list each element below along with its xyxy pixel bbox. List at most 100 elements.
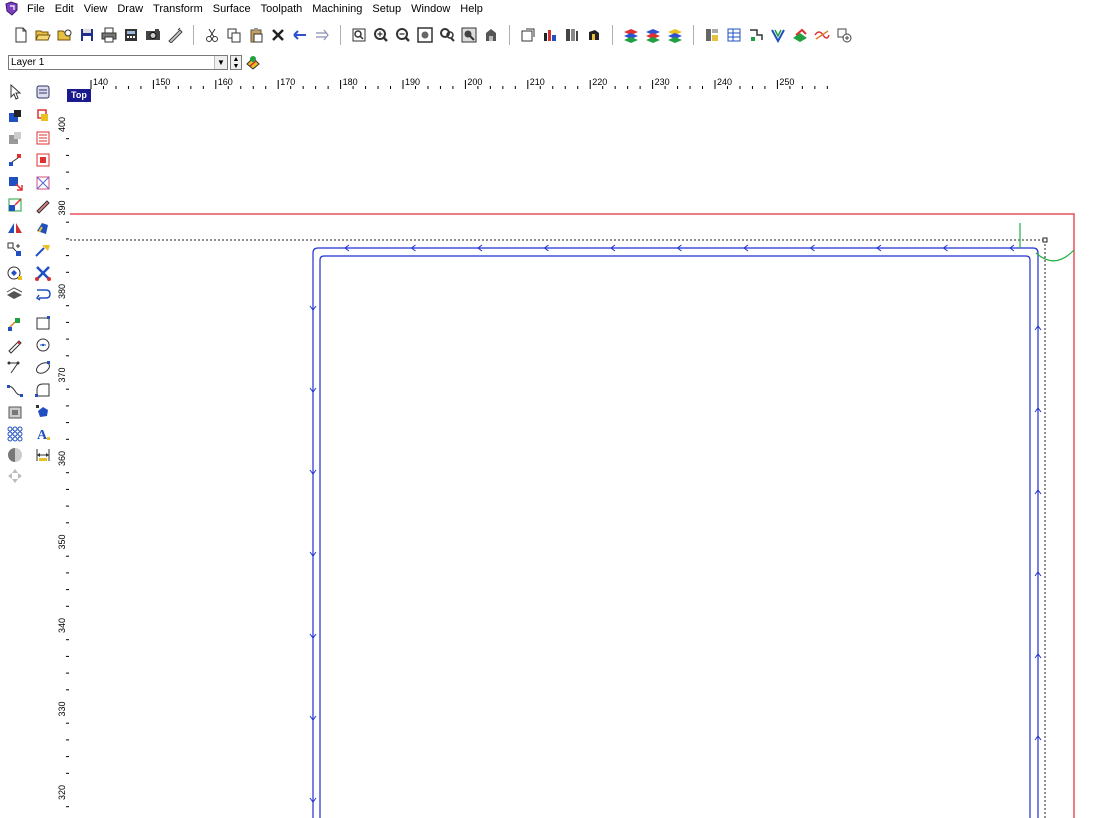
zoom-out-icon[interactable]	[394, 26, 412, 44]
post-process-icon[interactable]	[835, 26, 853, 44]
ruler-y-label: 370	[57, 367, 67, 382]
horizontal-ruler: 140 150 160 170 180 190 200 210 220 230 240 250	[68, 74, 1107, 90]
view-3d-icon[interactable]	[482, 26, 500, 44]
menu-view[interactable]: View	[79, 0, 113, 18]
simulation-icon[interactable]	[769, 26, 787, 44]
layer-bar: Layer 1 ▼ ▲ ▼	[0, 52, 300, 72]
rectangle-fill-icon[interactable]	[6, 403, 24, 421]
cut-icon[interactable]	[203, 26, 221, 44]
save-icon[interactable]	[78, 26, 96, 44]
mirror-icon[interactable]	[6, 219, 24, 237]
undo-icon[interactable]	[291, 26, 309, 44]
menu-machining[interactable]: Machining	[307, 0, 367, 18]
select-group-icon[interactable]	[6, 129, 24, 147]
new-file-icon[interactable]	[12, 26, 30, 44]
tool-library-icon[interactable]	[725, 26, 743, 44]
node-edit-icon[interactable]	[6, 314, 24, 332]
menu-bar: File Edit View Draw Transform Surface To…	[0, 0, 1107, 18]
select-arrow-icon[interactable]	[6, 83, 24, 101]
zoom-in-icon[interactable]	[372, 26, 390, 44]
print-icon[interactable]	[100, 26, 118, 44]
draw-arc-icon[interactable]	[34, 381, 52, 399]
drawing-canvas[interactable]	[70, 90, 1107, 818]
join-icon[interactable]	[34, 241, 52, 259]
trim-icon[interactable]	[6, 285, 24, 303]
menu-transform[interactable]: Transform	[148, 0, 208, 18]
calculator-icon[interactable]	[122, 26, 140, 44]
text-tool-icon[interactable]: A	[34, 425, 52, 443]
view-top-icon[interactable]	[519, 26, 537, 44]
move-node-icon[interactable]	[6, 151, 24, 169]
layer-select[interactable]: Layer 1 ▼	[8, 54, 228, 70]
spline-icon[interactable]	[6, 381, 24, 399]
menu-draw[interactable]: Draw	[112, 0, 148, 18]
copy-icon[interactable]	[225, 26, 243, 44]
ruler-x-label: 180	[343, 77, 358, 87]
edit-pencil-icon[interactable]	[34, 196, 52, 214]
main-toolbar	[0, 20, 1107, 50]
dimension-icon[interactable]	[34, 446, 52, 464]
menu-toolpath[interactable]: Toolpath	[256, 0, 308, 18]
ruler-y-label: 390	[57, 200, 67, 215]
draw-rectangle-icon[interactable]	[34, 314, 52, 332]
open-folder-icon[interactable]	[34, 26, 52, 44]
menu-surface[interactable]: Surface	[208, 0, 256, 18]
menu-setup[interactable]: Setup	[367, 0, 406, 18]
zoom-selection-icon[interactable]	[460, 26, 478, 44]
view-front-icon[interactable]	[541, 26, 559, 44]
paste-icon[interactable]	[247, 26, 265, 44]
boolean-icon[interactable]	[34, 285, 52, 303]
zoom-extents-icon[interactable]	[416, 26, 434, 44]
zoom-previous-icon[interactable]	[438, 26, 456, 44]
view-iso-icon[interactable]	[585, 26, 603, 44]
measure-icon[interactable]	[166, 26, 184, 44]
camera-icon[interactable]	[144, 26, 162, 44]
layer-stack-3-icon[interactable]	[666, 26, 684, 44]
grid-array-icon[interactable]	[6, 425, 24, 443]
array-icon[interactable]	[6, 241, 24, 259]
layer-stack-icon[interactable]	[622, 26, 640, 44]
polyline-icon[interactable]	[6, 359, 24, 377]
offset-icon[interactable]	[6, 264, 24, 282]
machine-setup-icon[interactable]	[703, 26, 721, 44]
open-recent-icon[interactable]	[56, 26, 74, 44]
ungroup-icon[interactable]	[34, 174, 52, 192]
chevron-down-icon[interactable]: ▼	[214, 55, 227, 69]
shade-icon[interactable]	[6, 446, 24, 464]
stock-icon[interactable]	[791, 26, 809, 44]
view-side-icon[interactable]	[563, 26, 581, 44]
layer-properties-icon[interactable]	[245, 54, 261, 70]
scale-icon[interactable]	[6, 196, 24, 214]
ruler-y-label: 360	[57, 451, 67, 466]
menu-file[interactable]: File	[22, 0, 50, 18]
delete-icon[interactable]	[269, 26, 287, 44]
draw-ellipse-icon[interactable]	[34, 359, 52, 377]
weld-icon[interactable]	[34, 219, 52, 237]
zoom-window-icon[interactable]	[350, 26, 368, 44]
scissors-icon[interactable]	[34, 264, 52, 282]
group-icon[interactable]	[34, 151, 52, 169]
menu-window[interactable]: Window	[406, 0, 455, 18]
app-logo-icon[interactable]	[4, 1, 20, 17]
draw-polygon-icon[interactable]	[34, 403, 52, 421]
layer-spinner[interactable]: ▲ ▼	[230, 54, 242, 70]
toolbar-separator	[693, 25, 694, 45]
menu-edit[interactable]: Edit	[50, 0, 79, 18]
menu-help[interactable]: Help	[455, 0, 488, 18]
layers-icon[interactable]	[34, 83, 52, 101]
pencil-icon[interactable]	[6, 336, 24, 354]
vector-snap-icon[interactable]	[34, 107, 52, 125]
ruler-y-label: 380	[57, 284, 67, 299]
ruler-x-label: 220	[592, 77, 607, 87]
layer-stack-2-icon[interactable]	[644, 26, 662, 44]
import-icon[interactable]	[6, 174, 24, 192]
ruler-x-label: 190	[405, 77, 420, 87]
redo-icon[interactable]	[313, 26, 331, 44]
draw-circle-icon[interactable]	[34, 336, 52, 354]
toolbar-separator	[340, 25, 341, 45]
ruler-x-label: 170	[280, 77, 295, 87]
select-point-icon[interactable]	[6, 107, 24, 125]
list-panel-icon[interactable]	[34, 129, 52, 147]
nc-output-icon[interactable]	[813, 26, 831, 44]
toolpath-editor-icon[interactable]	[747, 26, 765, 44]
